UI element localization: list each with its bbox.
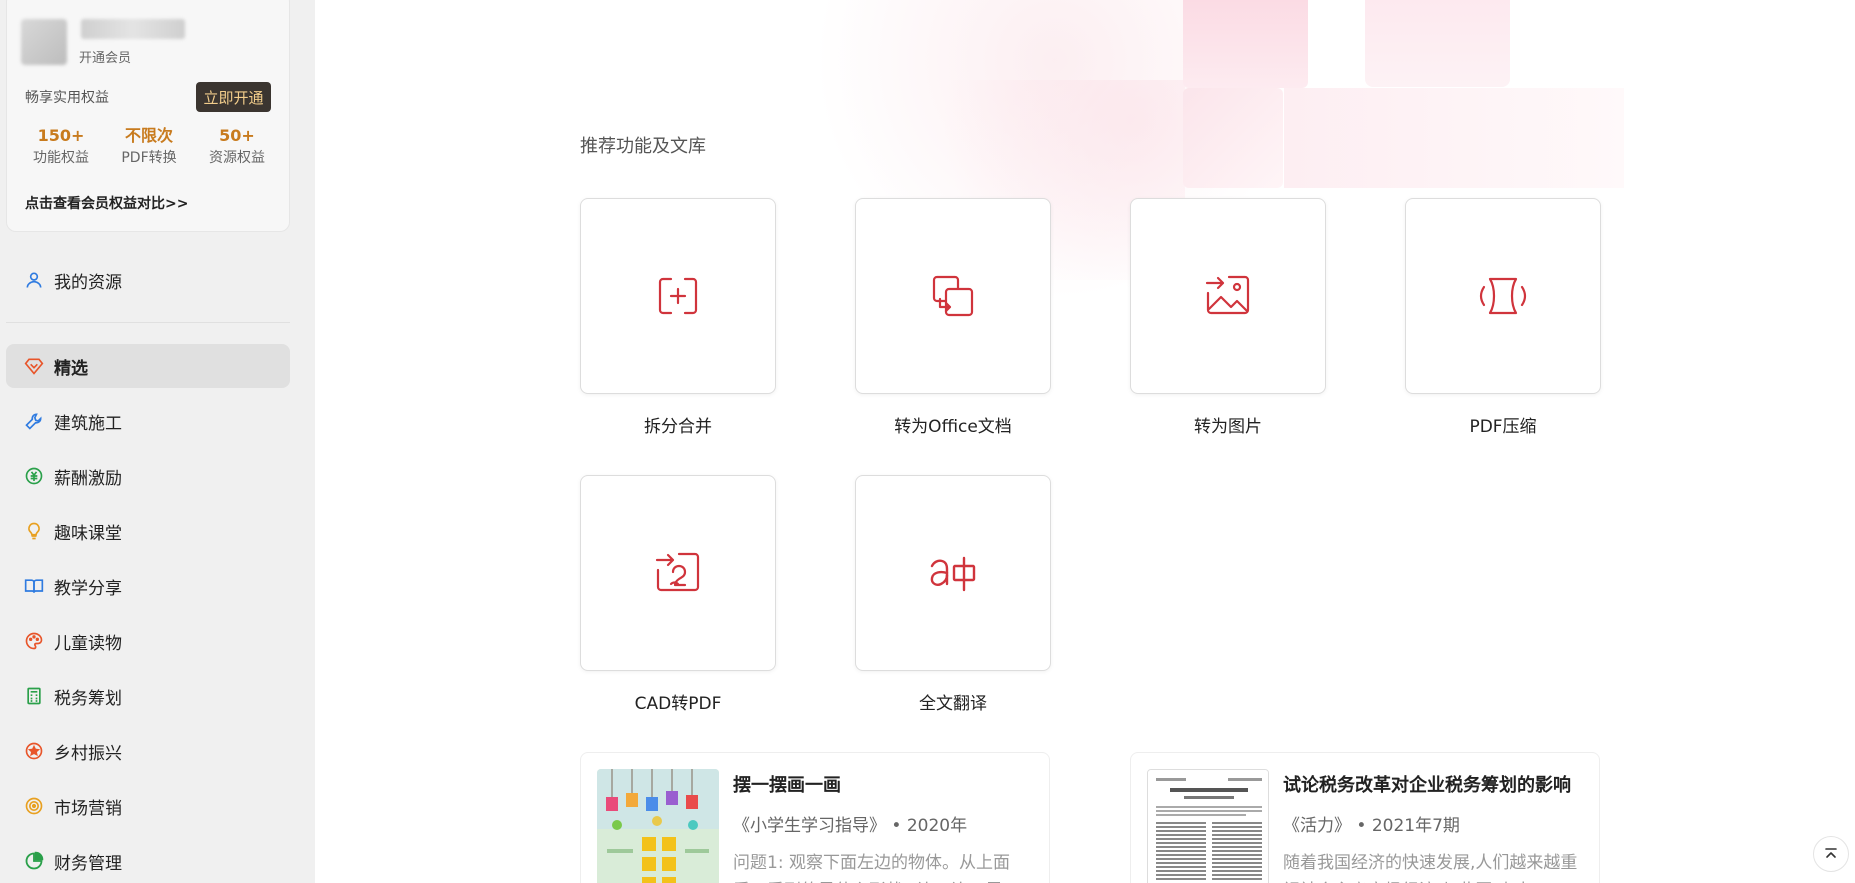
user-icon [26,272,42,288]
sidebar-item-tax-planning[interactable]: 税务筹划 [6,674,290,718]
background-decoration [1183,0,1308,88]
stat-value: 50+ [219,126,255,145]
stat-label: PDF转换 [121,150,177,166]
book-icon [24,579,44,593]
tool-translate[interactable] [855,475,1051,671]
doc-excerpt: 随着我国经济的快速发展,人们越来越重视社会主义市场经济,与此同时,大 [1283,853,1578,883]
target-icon [25,797,43,815]
username-blurred [81,19,185,39]
split-merge-icon [658,277,698,315]
palette-icon [25,632,43,650]
pie-chart-icon [25,851,44,870]
sidebar-item-finance[interactable]: 财务管理 [6,839,290,883]
sidebar-item-label: 薪酬激励 [54,468,122,489]
doc-thumbnail [1147,769,1269,883]
doc-thumbnail [597,769,719,883]
lightbulb-icon [28,522,40,540]
back-to-top-button[interactable] [1813,836,1849,872]
sidebar-item-label: 税务筹划 [54,688,122,709]
sidebar-item-my-resources[interactable]: 我的资源 [6,258,290,302]
cad-convert-icon [655,552,700,592]
compress-icon [1479,277,1527,315]
perk-title: 畅享实用权益 [25,90,109,106]
sidebar-item-salary[interactable]: 薪酬激励 [6,454,290,498]
sidebar-item-label: 建筑施工 [54,413,122,434]
member-card: 开通会员 畅享实用权益 立即开通 150+ 功能权益 不限次 PDF转换 50+… [6,0,290,232]
sidebar-item-construction[interactable]: 建筑施工 [6,399,290,443]
tool-cad-to-pdf[interactable] [580,475,776,671]
doc-title: 摆一摆画一画 [733,775,841,796]
tool-label: 转为Office文档 [894,417,1012,437]
doc-title: 试论税务改革对企业税务筹划的影响 [1283,775,1571,796]
wrench-icon [25,413,42,430]
yuan-icon [25,467,43,485]
doc-card[interactable]: 摆一摆画一画 《小学生学习指导》 • 2020年 问题1: 观察下面左边的物体。… [580,752,1050,883]
member-status: 开通会员 [79,51,132,66]
doc-excerpt: 问题1: 观察下面左边的物体。从上面看，看到的是什么形状? 连一连。里 [733,853,1010,883]
sidebar-item-label: 精选 [54,358,88,379]
background-decoration [1365,0,1510,87]
diamond-icon [24,358,44,375]
calculator-icon [27,687,41,705]
sidebar-divider [6,322,290,323]
sidebar-item-children-books[interactable]: 儿童读物 [6,619,290,663]
sidebar-item-rural[interactable]: 乡村振兴 [6,729,290,773]
sidebar-item-label: 教学分享 [54,578,122,599]
tool-convert-image[interactable] [1130,198,1326,394]
sidebar-item-label: 我的资源 [54,272,122,293]
tool-convert-office[interactable] [855,198,1051,394]
tool-label: 拆分合并 [644,417,712,437]
tool-pdf-compress[interactable] [1405,198,1601,394]
sidebar-item-marketing[interactable]: 市场营销 [6,784,290,828]
star-badge-icon [25,742,43,760]
tool-split-merge[interactable] [580,198,776,394]
sidebar: 开通会员 畅享实用权益 立即开通 150+ 功能权益 不限次 PDF转换 50+… [0,0,315,883]
background-decoration [1284,88,1624,188]
compare-benefits-link[interactable]: 点击查看会员权益对比>> [25,193,188,213]
convert-image-icon [1205,275,1250,315]
avatar[interactable] [21,19,67,65]
sidebar-item-fun-class[interactable]: 趣味课堂 [6,509,290,553]
sidebar-item-label: 财务管理 [54,853,122,874]
section-title: 推荐功能及文库 [580,136,706,157]
stat-label: 功能权益 [33,150,89,166]
doc-card[interactable]: 试论税务改革对企业税务筹划的影响 《活力》 • 2021年7期 随着我国经济的快… [1130,752,1600,883]
sidebar-item-label: 趣味课堂 [54,523,122,544]
sidebar-item-label: 儿童读物 [54,633,122,654]
doc-meta: 《活力》 • 2021年7期 [1283,816,1460,836]
sidebar-item-label: 乡村振兴 [54,743,122,764]
open-membership-button[interactable]: 立即开通 [196,82,271,112]
background-decoration [1183,88,1283,188]
sidebar-item-featured[interactable]: 精选 [6,344,290,388]
stat-features: 150+ 功能权益 [17,125,105,169]
stat-value: 150+ [37,126,85,145]
main-content: 推荐功能及文库 拆分合并 转为Office文档 转为图片 PDF压缩 CAD转P… [315,0,1855,883]
tool-label: PDF压缩 [1469,417,1537,437]
doc-meta: 《小学生学习指导》 • 2020年 [733,816,968,836]
stat-resources: 50+ 资源权益 [193,125,281,169]
member-stats: 150+ 功能权益 不限次 PDF转换 50+ 资源权益 [17,125,281,169]
convert-office-icon [932,275,974,317]
arrow-up-icon [1825,848,1837,858]
sidebar-item-label: 市场营销 [54,798,122,819]
tool-label: CAD转PDF [634,694,722,714]
translate-icon [930,556,976,592]
stat-value: 不限次 [124,126,173,145]
stat-pdf: 不限次 PDF转换 [105,125,193,169]
stat-label: 资源权益 [209,150,265,166]
tool-label: 全文翻译 [919,694,987,714]
sidebar-item-teaching[interactable]: 教学分享 [6,564,290,608]
tool-label: 转为图片 [1194,417,1262,437]
